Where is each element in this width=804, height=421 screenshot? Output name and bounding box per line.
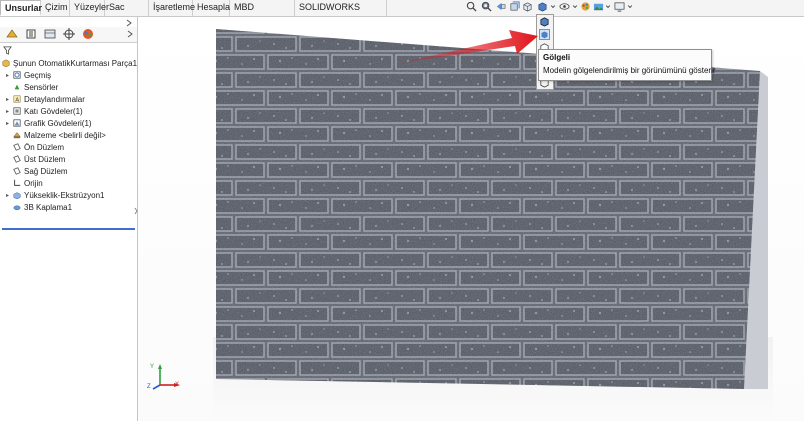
panel-tabs [0,27,137,43]
zoom-to-area-icon[interactable] [481,1,492,12]
tree-item-extrude[interactable]: Yükseklik-Ekstrüzyon1 [13,190,104,201]
expand-arrow-icon[interactable]: ▸ [6,120,9,127]
apply-scene-icon[interactable] [593,1,604,12]
tree-item-annotations[interactable]: A Detaylandırmalar [13,94,85,105]
display-manager-tab-icon[interactable] [81,28,95,40]
tooltip-description: Modelin gölgelendirilmiş bir görünümünü … [543,66,716,75]
dimxpert-manager-tab-icon[interactable] [62,28,76,40]
tree-item-material[interactable]: Malzeme <belirli değil> [13,130,106,141]
hide-show-dropdown-icon[interactable] [572,1,578,12]
tree-item-solid-bodies[interactable]: Katı Gövdeler(1) [13,106,83,117]
property-manager-tab-icon[interactable] [24,28,38,40]
history-icon [13,71,21,79]
tree-root-label: Şunun OtomatikKurtarması Parça1 (V [13,59,148,68]
tab-yuzeyler[interactable]: Yüzeyler [70,0,109,16]
tree-item-3d-texture[interactable]: 3B Kaplama1 [13,202,72,213]
configuration-manager-tab-icon[interactable] [43,28,57,40]
plane-icon [13,155,21,163]
previous-view-icon[interactable] [495,1,506,12]
expand-arrow-icon[interactable]: ▸ [6,108,9,115]
view-orientation-icon[interactable] [522,1,533,12]
graphic-bodies-icon [13,119,21,127]
tab-hesapla[interactable]: Hesapla [193,0,230,16]
feature-manager-panel: Şunun OtomatikKurtarması Parça1 (V ▸ Geç… [0,17,147,421]
tab-sac-levha[interactable]: Sac Levha [105,0,149,27]
panel-tabs-more-icon[interactable] [126,30,134,38]
expand-arrow-icon[interactable]: ▸ [6,96,9,103]
plane-icon [13,167,21,175]
triad-x-label: X [175,382,180,388]
tab-unsurlar[interactable]: Unsurlar [0,0,42,16]
filter-icon[interactable] [3,46,12,55]
view-settings-dropdown-icon[interactable] [627,1,633,12]
tree-item-origin[interactable]: Orijin [13,178,43,189]
solid-bodies-icon [13,107,21,115]
triad-y-label: Y [150,364,155,370]
svg-text:A: A [15,97,19,103]
tree-item-top-plane[interactable]: Üst Düzlem [13,154,65,165]
tab-solidworks-eklentileri[interactable]: SOLIDWORKS Eklentileri [295,0,387,27]
tab-mbd-dimensions[interactable]: MBD Dimensions [230,0,295,27]
origin-icon [14,179,21,186]
tree-item-front-plane[interactable]: Ön Düzlem [13,142,64,153]
rollback-bar[interactable] [2,228,135,230]
tree-filter[interactable] [2,45,132,57]
command-manager-tabbar: Unsurlar Çizim Yüzeyler Sac Levha İşaret… [0,0,804,27]
tab-isaretleme[interactable]: İşaretleme [149,0,195,16]
apply-scene-dropdown-icon[interactable] [605,1,611,12]
display-style-icon[interactable] [537,1,548,12]
tooltip-title: Gölgeli [543,53,571,62]
tree-item-sensors[interactable]: Sensörler [13,82,58,93]
tree-root-part[interactable]: Şunun OtomatikKurtarması Parça1 (V [2,58,147,69]
tab-cizim[interactable]: Çizim [41,0,70,16]
tree-item-graphic-bodies[interactable]: Grafik Gövdeleri(1) [13,118,92,129]
shaded-tooltip: Gölgeli Modelin gölgelendirilmiş bir gör… [538,49,716,81]
panel-collapse-icon[interactable] [125,19,133,27]
pointer-arrow [394,30,538,64]
section-view-icon[interactable] [509,1,520,12]
part-icon [2,59,10,67]
zoom-to-fit-icon[interactable] [466,1,477,12]
3d-texture-icon [13,205,21,211]
triad-z-label: Z [147,384,151,390]
plane-icon [13,143,21,151]
edit-appearance-icon[interactable] [580,1,591,12]
sensor-icon [14,84,20,90]
expand-arrow-icon[interactable]: ▸ [6,72,9,79]
view-settings-icon[interactable] [614,1,625,12]
annotations-icon: A [13,95,21,103]
feature-manager-tab-icon[interactable] [5,28,19,40]
expand-arrow-icon[interactable]: ▸ [6,192,9,199]
tree-item-right-plane[interactable]: Sağ Düzlem [13,166,68,177]
display-style-dropdown-icon[interactable] [550,1,556,12]
hide-show-items-icon[interactable] [559,1,570,12]
tree-item-history[interactable]: Geçmiş [13,70,51,81]
extrude-icon [13,192,21,199]
material-icon [13,132,21,139]
